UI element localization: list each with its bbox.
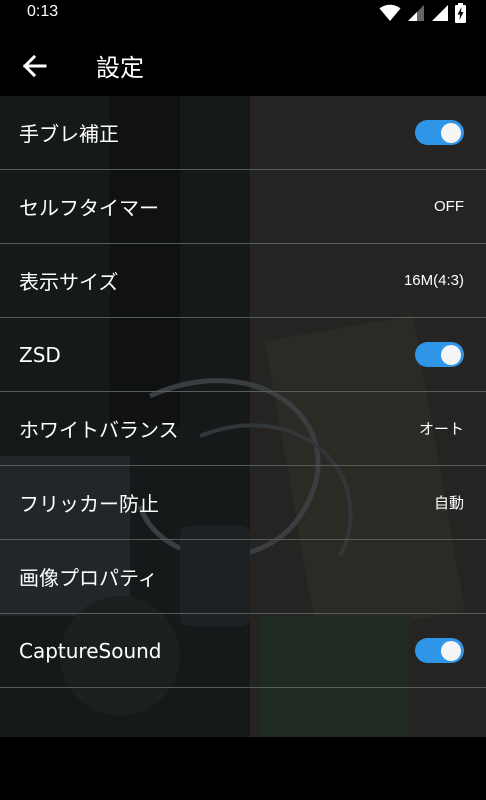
capture-sound-toggle[interactable] <box>415 638 464 663</box>
bottom-area <box>0 737 486 800</box>
toggle-thumb <box>441 344 461 365</box>
setting-label: CaptureSound <box>19 638 162 663</box>
signal-full-icon <box>432 5 448 21</box>
setting-white-balance[interactable]: ホワイトバランス オート <box>0 392 486 466</box>
arrow-left-icon <box>22 54 47 78</box>
setting-label: ZSD <box>19 342 61 367</box>
settings-list: 手ブレ補正 セルフタイマー OFF 表示サイズ 16M(4:3) ZSD ホワイ… <box>0 96 486 688</box>
setting-value: 自動 <box>433 495 464 512</box>
setting-self-timer[interactable]: セルフタイマー OFF <box>0 170 486 244</box>
setting-capture-sound[interactable]: CaptureSound <box>0 614 486 688</box>
back-button[interactable] <box>14 46 54 86</box>
setting-label: 画像プロパティ <box>19 566 158 590</box>
settings-panel: 手ブレ補正 セルフタイマー OFF 表示サイズ 16M(4:3) ZSD ホワイ… <box>0 96 486 737</box>
setting-value: OFF <box>434 198 464 215</box>
wifi-icon <box>379 4 401 21</box>
setting-label: ホワイトバランス <box>19 418 179 442</box>
toggle-thumb <box>441 640 461 661</box>
zsd-toggle[interactable] <box>415 342 464 367</box>
setting-label: 手ブレ補正 <box>19 122 119 146</box>
setting-label: フリッカー防止 <box>19 492 159 516</box>
toggle-thumb <box>441 122 461 143</box>
status-time: 0:13 <box>27 3 59 20</box>
setting-value: オート <box>418 421 464 438</box>
page-title: 設定 <box>96 54 144 82</box>
stabilization-toggle[interactable] <box>415 120 464 145</box>
app-bar: 設定 <box>0 26 486 96</box>
setting-label: 表示サイズ <box>19 270 119 294</box>
status-bar: 0:13 <box>0 0 486 26</box>
setting-value: 16M(4:3) <box>403 272 464 289</box>
status-icons <box>379 3 466 23</box>
setting-label: セルフタイマー <box>19 196 159 220</box>
setting-anti-flicker[interactable]: フリッカー防止 自動 <box>0 466 486 540</box>
setting-picture-size[interactable]: 表示サイズ 16M(4:3) <box>0 244 486 318</box>
signal-icon <box>408 5 424 21</box>
setting-zsd[interactable]: ZSD <box>0 318 486 392</box>
battery-charging-icon <box>455 3 466 23</box>
setting-stabilization[interactable]: 手ブレ補正 <box>0 96 486 170</box>
setting-image-properties[interactable]: 画像プロパティ <box>0 540 486 614</box>
